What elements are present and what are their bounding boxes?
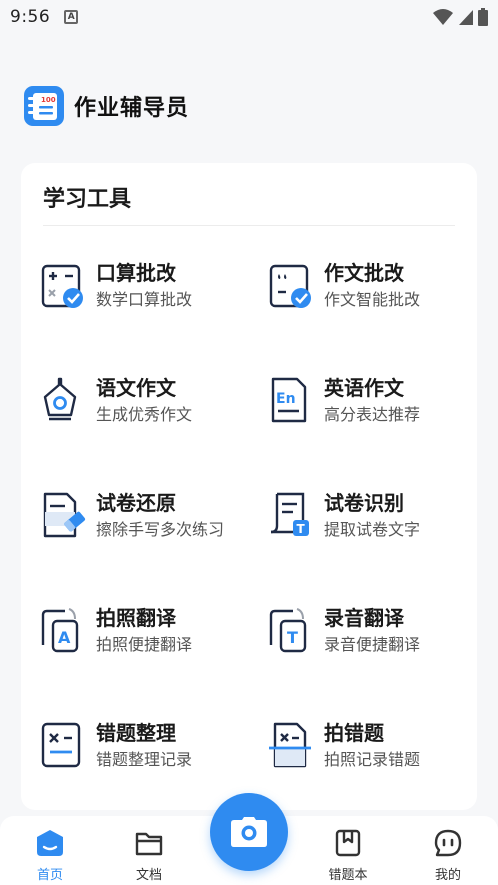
english-doc-icon: En <box>271 377 307 423</box>
tool-name: 语文作文 <box>96 376 176 400</box>
eraser-doc-icon <box>43 492 86 538</box>
keyboard-notification-icon: A <box>64 10 79 24</box>
folder-icon <box>135 832 163 856</box>
pen-nib-icon <box>43 377 77 421</box>
tool-audio-translate[interactable]: T 录音翻译 录音便捷翻译 <box>269 605 484 675</box>
app-title: 作业辅导员 <box>74 96 190 121</box>
camera-icon <box>231 817 267 847</box>
tool-name: 口算批改 <box>96 261 176 285</box>
oral-calc-icon <box>41 264 83 308</box>
tool-desc: 拍照记录错题 <box>324 750 421 769</box>
scan-text-icon: T <box>270 492 309 536</box>
tab-label: 文档 <box>135 868 162 883</box>
camera-button[interactable] <box>210 793 288 871</box>
audio-translate-icon: T <box>269 608 307 653</box>
tool-desc: 作文智能批改 <box>324 290 421 309</box>
signal-icon <box>459 10 473 25</box>
tool-chinese-essay[interactable]: 语文作文 生成优秀作文 <box>41 375 256 445</box>
tab-label: 错题本 <box>328 868 368 883</box>
learning-tools-card: 学习工具 口算批改 数学口算批改 作文批改 作文智能批改 语文作文 生成优秀作文… <box>21 163 477 810</box>
tool-photo-translate[interactable]: A 拍照翻译 拍照便捷翻译 <box>41 605 256 675</box>
tool-essay-correct[interactable]: 作文批改 作文智能批改 <box>269 260 484 330</box>
svg-text:T: T <box>297 522 306 536</box>
tool-desc: 高分表达推荐 <box>324 405 421 424</box>
tool-name: 拍错题 <box>324 721 384 745</box>
tool-wrong-organize[interactable]: 错题整理 错题整理记录 <box>41 720 256 790</box>
app-logo: 100 <box>24 86 64 126</box>
wifi-icon <box>433 9 453 25</box>
home-icon <box>37 830 63 856</box>
svg-text:A: A <box>58 628 71 647</box>
section-title: 学习工具 <box>43 187 132 212</box>
tab-documents[interactable]: 文档 <box>119 828 179 883</box>
section-divider <box>43 225 455 226</box>
tab-home[interactable]: 首页 <box>20 828 80 883</box>
tool-desc: 数学口算批改 <box>96 290 193 309</box>
tool-desc: 提取试卷文字 <box>324 520 421 539</box>
status-time: 9:56 <box>10 7 51 27</box>
tool-desc: 擦除手写多次练习 <box>96 520 225 539</box>
svg-text:En: En <box>276 391 296 407</box>
app-header: 100 作业辅导员 <box>24 86 189 126</box>
tool-name: 拍照翻译 <box>96 606 176 630</box>
svg-text:T: T <box>287 628 298 647</box>
tool-oral-calc[interactable]: 口算批改 数学口算批改 <box>41 260 256 330</box>
photo-wrong-icon <box>269 722 311 768</box>
tool-desc: 错题整理记录 <box>96 750 193 769</box>
tab-wrong-book[interactable]: 错题本 <box>318 828 378 883</box>
tab-mine[interactable]: 我的 <box>418 828 478 883</box>
tool-name: 英语作文 <box>324 376 404 400</box>
tool-name: 试卷还原 <box>96 491 176 515</box>
tool-name: 错题整理 <box>96 721 176 745</box>
tab-label: 我的 <box>434 868 461 883</box>
notebook-logo-icon: 100 <box>28 93 57 120</box>
tool-desc: 生成优秀作文 <box>96 405 193 424</box>
wrong-organize-icon <box>41 722 81 768</box>
tool-paper-restore[interactable]: 试卷还原 擦除手写多次练习 <box>41 490 256 560</box>
tool-paper-recognize[interactable]: T 试卷识别 提取试卷文字 <box>269 490 484 560</box>
tool-name: 录音翻译 <box>324 606 404 630</box>
tool-name: 作文批改 <box>324 261 404 285</box>
photo-translate-icon: A <box>41 608 79 653</box>
tool-photo-wrong[interactable]: 拍错题 拍照记录错题 <box>269 720 484 790</box>
tool-desc: 录音便捷翻译 <box>324 635 421 654</box>
status-bar: 9:56 A <box>0 0 498 34</box>
battery-icon <box>478 8 488 26</box>
tool-english-essay[interactable]: En 英语作文 高分表达推荐 <box>269 375 484 445</box>
tool-desc: 拍照便捷翻译 <box>96 635 193 654</box>
profile-chat-icon <box>434 829 462 857</box>
logo-score-text: 100 <box>41 96 56 104</box>
notebook-icon <box>335 829 361 857</box>
tool-name: 试卷识别 <box>324 491 404 515</box>
tab-label: 首页 <box>36 868 63 883</box>
essay-correct-icon <box>269 264 311 308</box>
